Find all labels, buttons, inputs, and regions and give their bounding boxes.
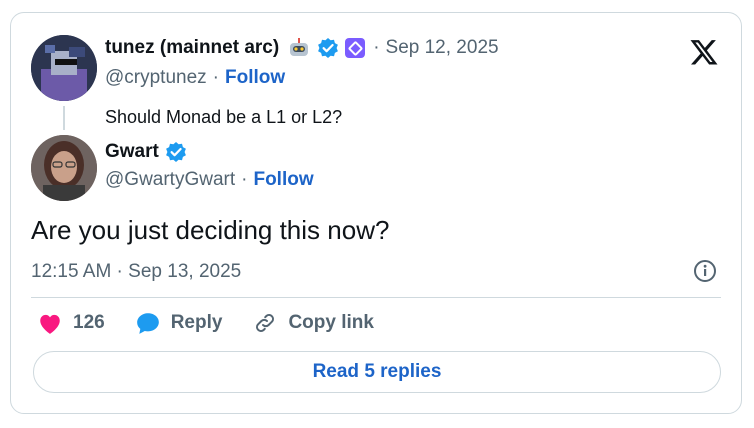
link-icon — [256, 314, 275, 332]
parent-avatar[interactable] — [31, 35, 97, 101]
parent-handle[interactable]: @cryptunez — [105, 67, 207, 89]
parent-header: tunez (mainnet arc) · Sep 12, 2025 — [105, 37, 499, 59]
read-replies-label: Read 5 replies — [312, 361, 442, 382]
action-bar: 126 Reply Copy link — [37, 311, 404, 335]
copy-link-button[interactable]: Copy link — [252, 311, 374, 335]
reply-label: Reply — [170, 312, 223, 333]
parent-handle-row: @cryptunez · Follow — [105, 67, 285, 89]
parent-date[interactable]: Sep 12, 2025 — [386, 37, 499, 59]
parent-display-name[interactable]: tunez (mainnet arc) — [105, 37, 279, 59]
reply-display-name[interactable]: Gwart — [105, 141, 159, 163]
parent-follow-link[interactable]: Follow — [225, 67, 285, 89]
copy-link-label: Copy link — [288, 312, 374, 333]
verified-badge-icon — [165, 142, 186, 162]
reply-handle[interactable]: @GwartyGwart — [105, 169, 235, 191]
reply-avatar[interactable] — [31, 135, 97, 201]
affiliate-badge-icon[interactable] — [345, 38, 366, 58]
reply-header: Gwart — [105, 141, 187, 163]
robot-emoji-icon — [290, 38, 309, 56]
info-icon[interactable] — [693, 259, 717, 283]
parent-tweet-text: Should Monad be a L1 or L2? — [105, 107, 343, 127]
reply-tweet-text: Are you just deciding this now? — [31, 215, 390, 245]
separator-dot: · — [212, 67, 219, 88]
thread-connector-line — [63, 106, 65, 130]
separator-dot: · — [373, 37, 380, 58]
read-replies-button[interactable]: Read 5 replies — [33, 351, 721, 393]
heart-icon — [40, 314, 60, 334]
reply-handle-row: @GwartyGwart · Follow — [105, 169, 314, 191]
reply-bubble-icon — [136, 313, 159, 334]
parent-avatar-image — [31, 35, 97, 101]
divider — [31, 297, 721, 298]
embedded-tweet-card: tunez (mainnet arc) · Sep 12, 2025 @cryp… — [10, 12, 742, 414]
x-logo-icon[interactable] — [689, 37, 719, 67]
like-button[interactable]: 126 — [37, 311, 105, 335]
like-count: 126 — [73, 312, 105, 333]
reply-timestamp[interactable]: 12:15 AM · Sep 13, 2025 — [31, 261, 241, 283]
reply-follow-link[interactable]: Follow — [253, 169, 313, 191]
separator-dot: · — [241, 169, 248, 190]
verified-badge-icon — [318, 38, 339, 58]
reply-avatar-image — [31, 135, 97, 201]
reply-button[interactable]: Reply — [135, 311, 223, 335]
